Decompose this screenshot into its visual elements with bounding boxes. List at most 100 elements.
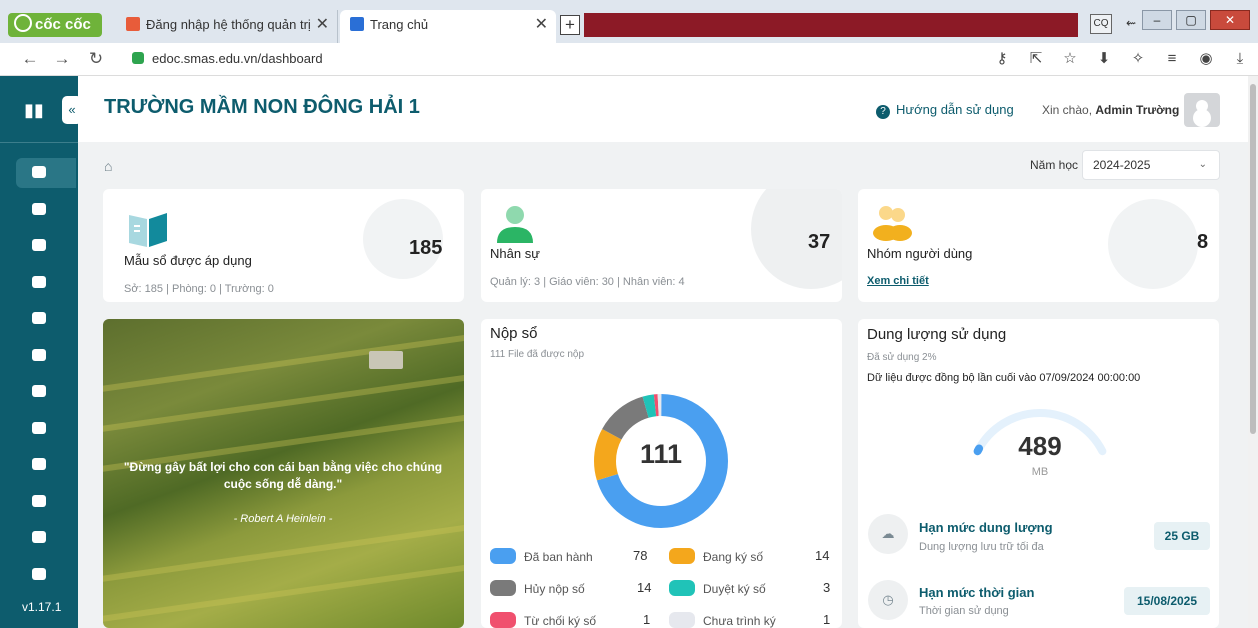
- key-icon[interactable]: ⚷: [992, 49, 1012, 69]
- legend-value: 78: [633, 548, 648, 563]
- greeting-prefix: Xin chào,: [1042, 103, 1093, 117]
- document-search-icon: [32, 275, 46, 288]
- sidebar-item-file-text[interactable]: [16, 414, 76, 444]
- quota-badge: 25 GB: [1154, 522, 1210, 550]
- legend-swatch: [669, 580, 695, 596]
- page-scrollbar[interactable]: [1248, 76, 1258, 628]
- browser-tab-bar: cốc cốc Đăng nhập hệ thống quản trị ✕ Tr…: [0, 0, 1258, 43]
- minimize-button[interactable]: –: [1142, 10, 1172, 30]
- quote-text: "Đừng gây bất lợi cho con cái bạn bằng v…: [123, 460, 443, 491]
- legend-item: Từ chối ký số: [490, 612, 596, 628]
- close-tab-icon[interactable]: ✕: [535, 10, 548, 40]
- stat-card-groups: Nhóm người dùng 8 Xem chi tiết: [858, 189, 1219, 302]
- legend-item: Đã ban hành: [490, 548, 593, 566]
- download-box-icon[interactable]: ⬇: [1094, 49, 1114, 69]
- sidebar-item-download[interactable]: [16, 231, 76, 261]
- extensions-icon[interactable]: ✧: [1128, 49, 1148, 69]
- share-icon[interactable]: ⇱: [1026, 49, 1046, 69]
- stat-value: 8: [1197, 231, 1209, 253]
- extension-badge[interactable]: CQ: [1090, 14, 1112, 34]
- sync-text: Dữ liệu được đồng bộ lần cuối vào 07/09/…: [867, 372, 1141, 384]
- year-select[interactable]: 2024-2025 ⌄: [1082, 150, 1220, 180]
- check-circle-icon: [32, 385, 46, 397]
- sidebar-item-upload[interactable]: [16, 195, 76, 225]
- user-group-icon: [873, 206, 912, 241]
- legend-label: Hủy nộp số: [524, 582, 585, 596]
- tab-login[interactable]: Đăng nhập hệ thống quản trị ✕: [116, 10, 338, 43]
- chevron-down-icon: ⌄: [1198, 159, 1207, 170]
- legend-label: Duyệt ký số: [703, 582, 766, 596]
- submission-title: Nộp sổ: [490, 325, 538, 342]
- card-decoration: [1108, 199, 1198, 289]
- quota-sub: Thời gian sử dụng: [919, 605, 1009, 617]
- legend-label: Đang ký số: [703, 550, 764, 564]
- help-link[interactable]: ? Hướng dẫn sử dụng: [876, 102, 1014, 119]
- url-field[interactable]: edoc.smas.edu.vn/dashboard: [132, 51, 323, 66]
- close-window-button[interactable]: ✕: [1210, 10, 1250, 30]
- sidebar-item-cloud[interactable]: [16, 450, 76, 480]
- legend-value: 1: [823, 612, 831, 627]
- breadcrumb-home-icon[interactable]: ⌂: [104, 158, 112, 174]
- sidebar-item-check-circle[interactable]: [16, 377, 76, 407]
- open-book-logo-icon: ▮▮: [24, 100, 44, 120]
- year-label: Năm học: [1030, 158, 1079, 172]
- view-details-link[interactable]: Xem chi tiết: [867, 275, 929, 287]
- folder-icon: [32, 312, 46, 324]
- app-version: v1.17.1: [22, 600, 62, 614]
- cloud-icon: ☁: [868, 514, 908, 554]
- storage-unit: MB: [1031, 466, 1049, 478]
- user-name: Admin Trường: [1095, 103, 1180, 117]
- sidebar-item-document-search[interactable]: [16, 268, 76, 298]
- avatar[interactable]: [1184, 93, 1220, 127]
- maximize-button[interactable]: ▢: [1176, 10, 1206, 30]
- stat-sub: Quản lý: 3 | Giáo viên: 30 | Nhân viên: …: [490, 276, 685, 288]
- quota-badge: 15/08/2025: [1124, 587, 1210, 615]
- scrollbar-thumb[interactable]: [1250, 84, 1256, 434]
- reading-list-icon[interactable]: ≡: [1162, 49, 1182, 69]
- help-label: Hướng dẫn sử dụng: [896, 102, 1014, 117]
- login-favicon-icon: [126, 17, 140, 31]
- app-header: TRƯỜNG MẦM NON ĐÔNG HẢI 1 ? Hướng dẫn sử …: [78, 76, 1248, 142]
- sidebar: ▮▮ « v1.17.1: [0, 76, 82, 628]
- sidebar-divider: [0, 142, 78, 143]
- sidebar-item-list[interactable]: [16, 560, 76, 590]
- home-icon: [32, 166, 46, 178]
- person-icon: [497, 206, 533, 243]
- storage-card: Dung lượng sử dụng Đã sử dụng 2% Dữ liệu…: [858, 319, 1219, 628]
- profile-icon[interactable]: ◉: [1196, 49, 1216, 69]
- bookmark-star-icon[interactable]: ☆: [1060, 49, 1080, 69]
- stat-value: 185: [409, 237, 443, 259]
- legend-value: 1: [643, 612, 651, 627]
- donut-total: 111: [639, 439, 683, 469]
- legend-value: 3: [823, 580, 831, 595]
- reload-icon[interactable]: ↻: [86, 49, 106, 69]
- legend-swatch: [669, 548, 695, 564]
- browser-brand-button[interactable]: cốc cốc: [8, 13, 102, 37]
- sidebar-item-settings[interactable]: [16, 523, 76, 553]
- hut-image: [369, 351, 403, 369]
- sidebar-item-folder[interactable]: [16, 304, 76, 334]
- book-icon: [32, 494, 46, 507]
- window-controls: – ▢ ✕: [1142, 10, 1250, 30]
- clock-icon: ◷: [868, 580, 908, 620]
- sidebar-item-home[interactable]: [16, 158, 76, 188]
- back-icon[interactable]: ←: [20, 49, 40, 69]
- downloads-icon[interactable]: ⤓: [1230, 49, 1250, 69]
- tab-home-title: Trang chủ: [370, 17, 429, 32]
- quota-title: Hạn mức thời gian: [919, 585, 1035, 600]
- forward-icon[interactable]: →: [52, 49, 72, 69]
- address-bar-icons: ⚷ ⇱ ☆ ⬇ ✧ ≡ ◉ ⤓: [992, 49, 1250, 69]
- address-bar: ← → ↻ edoc.smas.edu.vn/dashboard ⚷ ⇱ ☆ ⬇…: [0, 43, 1258, 76]
- sidebar-item-book[interactable]: [16, 487, 76, 517]
- storage-used-text: Đã sử dụng 2%: [867, 352, 937, 363]
- sidebar-item-file-check[interactable]: [16, 341, 76, 371]
- page-title: TRƯỜNG MẦM NON ĐÔNG HẢI 1: [104, 96, 420, 118]
- new-tab-button[interactable]: +: [560, 15, 580, 35]
- legend-item: Duyệt ký số: [669, 580, 766, 598]
- close-tab-icon[interactable]: ✕: [316, 10, 329, 40]
- submission-card: Nộp sổ 111 File đã được nộp 111 Đã ban h…: [481, 319, 842, 628]
- file-text-icon: [32, 421, 46, 434]
- stat-title: Mẫu sổ được áp dụng: [124, 253, 252, 268]
- tab-home[interactable]: Trang chủ ✕: [340, 10, 556, 43]
- back-arrow-icon[interactable]: ⇜: [1120, 14, 1142, 34]
